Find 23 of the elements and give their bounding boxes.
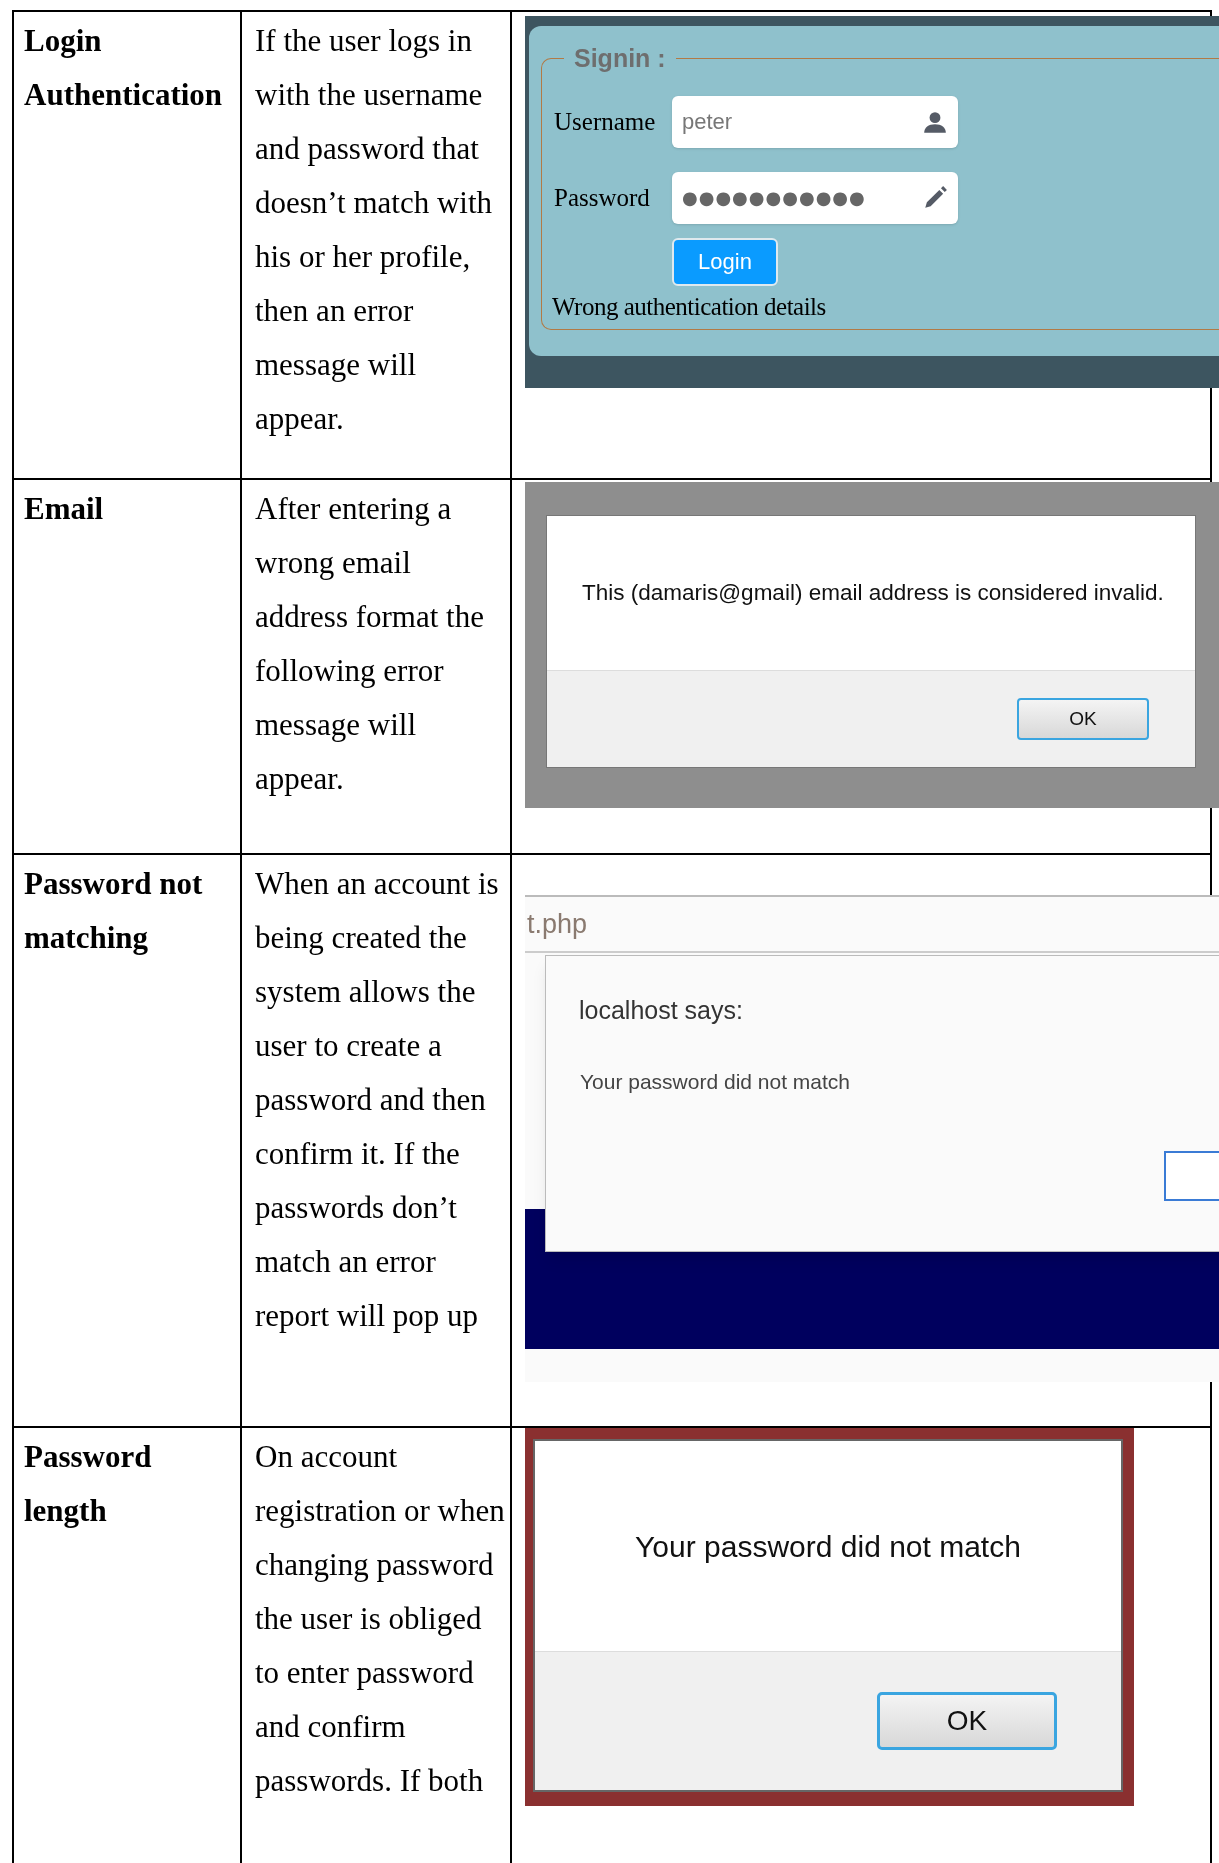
field-label: Password [554,182,651,213]
alert-message: Your password did not match [580,1068,852,1095]
username-field[interactable]: peter [672,95,958,148]
feature-description: After entering a wrong email address format the following error message will appear. [255,490,485,798]
feature-description: On account registration or when changing password the user is obliged to enter password and confirm passwords. If both [255,1438,506,1800]
pencil-icon [922,184,948,211]
field-label: Username [554,106,657,137]
alert-message: Your password did not match [635,1528,1021,1565]
error-message: Wrong authentication details [552,291,827,322]
feature-description: If the user logs in with the username and password that doesn’t match with his or her profile, then an error message will appear. [255,22,494,438]
ok-button[interactable]: OK [877,1692,1057,1750]
feature-name: Login Authentication [24,22,224,114]
feature-name: Password length [24,1438,153,1530]
feature-name: Email [24,490,105,528]
signin-legend: Signin : [564,40,676,78]
feature-name: Password not matching [24,865,204,957]
alert-message: This (damaris@gmail) email address is considered invalid. [582,579,1164,608]
alert-title: localhost says: [579,995,744,1026]
password-field[interactable]: ●●●●●●●●●●● [672,171,958,224]
ok-button[interactable]: OK [1017,698,1149,740]
login-button[interactable]: Login [672,237,778,286]
address-text: t.php [527,907,588,941]
feature-description: When an account is being created the system allows the user to create a password and then confirm it. If the passwords don’t match an error report will pop up [255,865,500,1335]
